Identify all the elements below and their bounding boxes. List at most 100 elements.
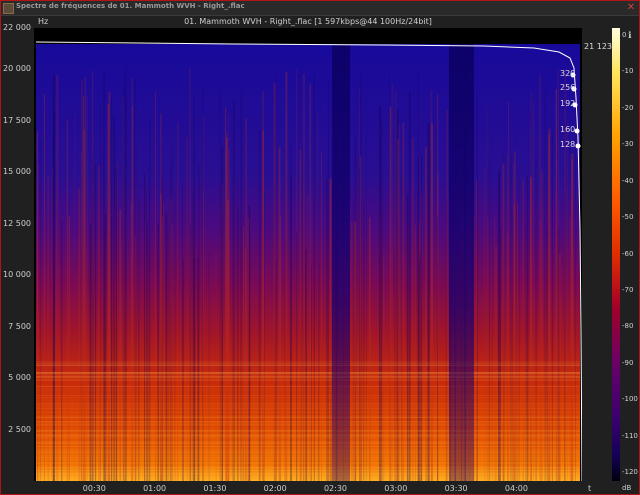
spectrum-harmonic-line <box>36 433 580 435</box>
spectrum-harmonic-line <box>36 380 580 381</box>
spectrum-streak <box>445 198 447 481</box>
spectrum-streak <box>402 122 405 481</box>
colorbar-tick-label: -110 <box>622 431 638 440</box>
spectrum-streak <box>381 121 383 481</box>
spectrum-streak <box>363 200 365 481</box>
spectrum-harmonic-line <box>36 437 580 439</box>
spectrum-streak <box>56 75 59 481</box>
spectrum-harmonic-line <box>36 421 580 423</box>
colorbar-tick-label: -10 <box>622 67 634 76</box>
spectrum-streak <box>488 158 490 481</box>
spectrum-harmonic-line <box>36 363 580 364</box>
close-icon[interactable]: ✕ <box>624 1 638 14</box>
spectrum-streak <box>193 258 196 481</box>
spectrum-streak <box>421 155 423 482</box>
spectrum-streak <box>379 216 381 481</box>
spectrum-harmonic-line <box>36 469 580 470</box>
spectrum-streak <box>113 116 115 481</box>
spectrum-streak <box>284 241 286 481</box>
spectrum-streak <box>513 204 515 481</box>
spectrum-harmonic-line <box>36 473 580 474</box>
spectrum-harmonic-line <box>36 379 580 380</box>
spectrum-harmonic-line <box>36 365 580 366</box>
spectrum-streak <box>360 73 362 481</box>
spectrum-streak <box>500 229 501 481</box>
spectrum-streak <box>245 117 247 482</box>
colorbar-tick-label: -40 <box>622 176 634 185</box>
spectrogram-plot[interactable] <box>34 28 583 482</box>
bitrate-marker-label: 256 <box>560 83 576 92</box>
spectrum-harmonic-line <box>36 451 580 452</box>
bitrate-marker-label: 128 <box>560 140 576 149</box>
spectrum-streak <box>83 129 85 481</box>
spectrum-streak <box>275 259 277 481</box>
spectrum-harmonic-line <box>36 430 580 431</box>
spectrum-streak <box>165 212 168 481</box>
x-tick-label: 03:30 <box>444 484 468 493</box>
spectrum-streak <box>186 137 188 481</box>
spectrum-harmonic-line <box>36 451 580 453</box>
spectrum-streak <box>170 198 172 481</box>
y-tick-label: 20 000 <box>3 64 31 74</box>
spectrum-harmonic-line <box>36 375 580 377</box>
spectrum-streak <box>225 107 227 481</box>
spectrum-streak <box>78 188 81 481</box>
spectrum-harmonic-line <box>36 415 580 417</box>
spectrum-harmonic-line <box>36 404 580 406</box>
spectrum-streak <box>369 217 371 481</box>
spectrum-streak <box>359 166 360 481</box>
spectrum-harmonic-line <box>36 376 580 377</box>
db-colorbar <box>612 28 620 481</box>
spectrum-harmonic-line <box>36 407 580 409</box>
spectrum-streak <box>512 212 514 481</box>
spectrum-streak <box>39 140 42 481</box>
spectrum-streak <box>162 202 164 481</box>
spectrum-harmonic-line <box>36 423 580 424</box>
spectrum-streak <box>43 94 45 481</box>
x-tick-label: 02:30 <box>323 484 348 493</box>
y-tick-label: 15 000 <box>3 167 31 177</box>
y-tick-label: 7 500 <box>8 321 31 331</box>
spectrum-harmonic-line <box>36 474 580 476</box>
spectrum-harmonic-line <box>36 417 580 419</box>
spectrum-streak <box>535 158 538 481</box>
cutoff-frequency-label: 21 123 <box>584 42 612 51</box>
spectrum-streak <box>219 207 221 482</box>
spectrogram-canvas <box>35 41 583 482</box>
spectrum-harmonic-line <box>36 446 580 447</box>
spectrum-harmonic-line <box>36 455 580 457</box>
spectrum-streak <box>352 200 354 481</box>
spectrum-streak <box>122 94 125 481</box>
spectrum-harmonic-line <box>36 457 580 459</box>
colorbar-tick-label: -100 <box>622 395 638 404</box>
x-tick-label: 02:00 <box>263 484 287 493</box>
x-tick-label: 01:00 <box>143 484 167 493</box>
spectrum-streak <box>285 71 288 482</box>
spectrum-harmonic-line <box>36 443 580 445</box>
bitrate-marker-label: 192 <box>560 99 576 108</box>
colorbar-tick-label: -120 <box>622 468 638 476</box>
colorbar-tick-label: 0 <box>622 31 627 39</box>
info-icon[interactable]: ℹ <box>628 31 631 41</box>
spectrum-harmonic-line <box>36 467 580 469</box>
spectrum-streak <box>130 202 132 482</box>
bitrate-marker-label: 320 <box>560 69 576 78</box>
spectrum-streak <box>169 164 171 481</box>
y-tick-label: 5 000 <box>8 373 31 383</box>
spectrum-harmonic-line <box>36 386 580 387</box>
spectrum-streak <box>397 139 399 481</box>
spectrum-streak <box>313 75 315 481</box>
spectrum-streak <box>515 136 517 481</box>
spectrum-streak <box>37 163 39 481</box>
spectrum-harmonic-line <box>36 450 580 452</box>
spectrum-streak <box>160 113 162 481</box>
colorbar-tick-label: -70 <box>622 285 634 294</box>
spectrum-streak <box>92 71 94 481</box>
spectrum-harmonic-line <box>36 428 580 430</box>
spectrum-streak <box>417 157 419 481</box>
spectrum-streak <box>182 260 184 481</box>
y-tick-label: 22 000 <box>3 23 31 32</box>
spectrum-streak <box>274 70 276 482</box>
spectrum-streak <box>189 68 191 481</box>
x-tick-label: 01:30 <box>203 484 227 493</box>
